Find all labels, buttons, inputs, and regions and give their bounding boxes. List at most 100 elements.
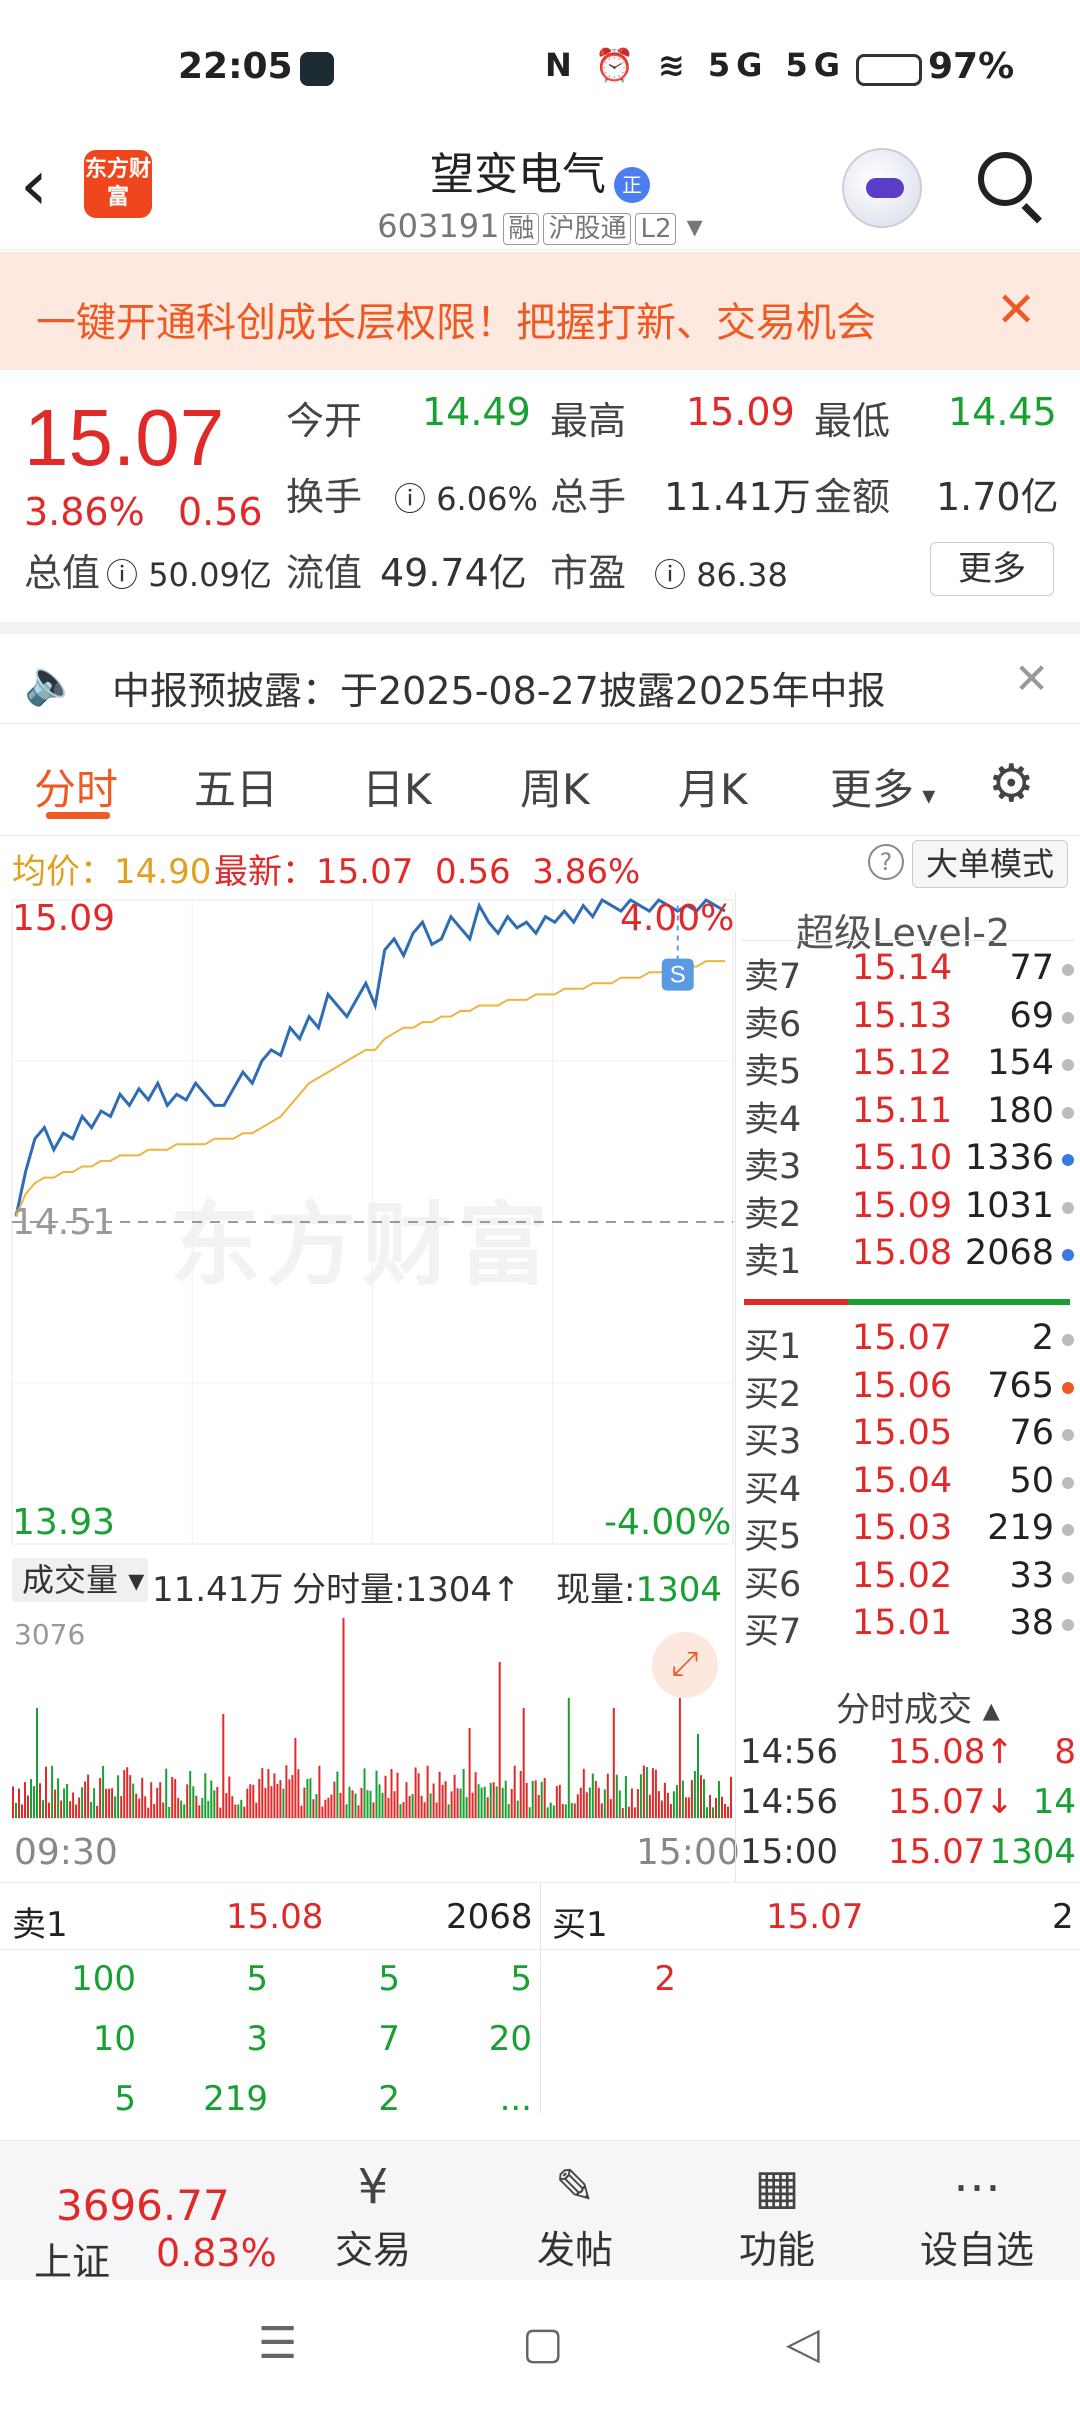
ask-level-label: 卖6	[744, 1004, 802, 1045]
bid-row[interactable]: 买3 15.05 76	[744, 1413, 1074, 1462]
volume-bar	[495, 1786, 498, 1818]
info-icon[interactable]: ⓘ	[106, 556, 138, 594]
bid-row[interactable]: 买4 15.04 50	[744, 1461, 1074, 1510]
order-dot	[1062, 1334, 1074, 1346]
volume-bar	[162, 1802, 165, 1818]
queue-sell-cell: 10	[92, 2019, 136, 2059]
tab-fenshi[interactable]: 分时	[34, 756, 118, 817]
help-icon[interactable]: ?	[868, 844, 904, 880]
volume-bar	[180, 1800, 183, 1818]
volume-bar	[573, 1803, 576, 1818]
bid-volume: 38	[1009, 1603, 1054, 1643]
volume-bar	[63, 1788, 66, 1818]
tab-week-k[interactable]: 周K	[520, 756, 590, 817]
intraday-chart[interactable]: 东方财富 S 15.09 14.51 13.93 4.00% -4.00%	[0, 892, 735, 1552]
volume-bar	[639, 1774, 642, 1818]
info-icon[interactable]: ⓘ	[654, 556, 686, 594]
volume-bar	[534, 1780, 537, 1818]
back-button[interactable]: ‹	[20, 150, 80, 230]
volume-bar	[417, 1773, 420, 1818]
amount-label: 金额	[814, 475, 891, 519]
functions-button[interactable]: ▦ 功能	[712, 2155, 842, 2274]
level2-panel[interactable]: 超级Level-2 卖7 15.14 77 卖6 15.13 69 卖5 15.…	[735, 892, 1080, 1882]
tab-month-k[interactable]: 月K	[678, 756, 748, 817]
home-icon[interactable]: ▢	[522, 2318, 564, 2369]
ask-row[interactable]: 卖3 15.10 1336	[744, 1138, 1074, 1187]
add-watchlist-button[interactable]: ⋯ 设自选	[912, 2155, 1042, 2274]
ask-price: 15.08	[852, 1233, 953, 1273]
volume-bar	[438, 1771, 441, 1818]
volume-bar	[258, 1778, 261, 1818]
trade-button[interactable]: ¥ 交易	[308, 2155, 438, 2274]
volume-bar	[252, 1784, 255, 1818]
fenshi-trades-title[interactable]: 分时成交 ▴	[836, 1682, 1000, 1731]
volume-bar	[432, 1783, 435, 1818]
volume-bar	[30, 1779, 32, 1818]
volume-bar	[456, 1788, 459, 1818]
tab-more[interactable]: 更多 ▾	[830, 756, 935, 817]
bid-row[interactable]: 买6 15.02 33	[744, 1556, 1074, 1605]
volume-bar	[429, 1793, 432, 1818]
tab-five-day[interactable]: 五日	[194, 756, 278, 817]
close-icon[interactable]: ✕	[1014, 654, 1049, 703]
volume-bar	[390, 1769, 393, 1818]
notice-bar[interactable]: 🔈 中报预披露：于2025-08-27披露2025年中报 ✕	[0, 622, 1080, 724]
post-label: 发帖	[536, 2228, 613, 2272]
search-icon[interactable]	[976, 150, 1046, 224]
volume-bar	[486, 1797, 489, 1818]
trade-label: 交易	[334, 2228, 411, 2272]
expand-icon[interactable]: ⤢	[652, 1632, 718, 1698]
post-button[interactable]: ✎ 发帖	[510, 2155, 640, 2274]
ask-row[interactable]: 卖1 15.08 2068	[744, 1233, 1074, 1282]
order-dot	[1062, 1524, 1074, 1536]
divider	[742, 940, 1074, 941]
volume-header: 成交量 ▾ 11.41万 分时量:1304↑ 现量:1304	[0, 1552, 735, 1610]
assistant-robot-icon[interactable]	[842, 148, 922, 228]
promo-banner[interactable]: 一键开通科创成长层权限！把握打新、交易机会 ✕	[0, 252, 1080, 370]
volume-bar	[700, 1775, 702, 1818]
queue-buy-vol: 2	[1052, 1897, 1074, 1937]
ask-row[interactable]: 卖5 15.12 154	[744, 1043, 1074, 1092]
volume-bar	[531, 1780, 534, 1818]
stock-title[interactable]: 望变电气正 603191 融沪股通 L2 ▾	[240, 138, 840, 245]
volume-bar	[615, 1774, 618, 1818]
back-nav-icon[interactable]: ◁	[786, 2318, 820, 2369]
bid-row[interactable]: 买7 15.01 38	[744, 1603, 1074, 1652]
chart-tabs: 分时 五日 日K 周K 月K 更多 ▾ ⚙	[0, 726, 1080, 836]
volume-bar	[504, 1780, 507, 1818]
volume-type-select[interactable]: 成交量 ▾	[12, 1558, 148, 1602]
ask-price: 15.12	[852, 1043, 953, 1083]
volume-bar	[132, 1783, 135, 1818]
bid-row[interactable]: 买2 15.06 765	[744, 1366, 1074, 1415]
volume-bar	[393, 1791, 396, 1818]
volume-bar	[408, 1795, 411, 1818]
trade-time: 15:00	[740, 1832, 838, 1872]
ask-row[interactable]: 卖2 15.09 1031	[744, 1186, 1074, 1235]
volume-bar	[730, 1776, 732, 1818]
time-end-label: 15:00	[636, 1832, 740, 1873]
volume-bar	[627, 1806, 630, 1818]
gear-icon[interactable]: ⚙	[988, 754, 1035, 814]
order-dot	[1062, 1381, 1074, 1394]
volume-bar	[78, 1797, 81, 1818]
ask-row[interactable]: 卖4 15.11 180	[744, 1091, 1074, 1140]
volume-bar	[255, 1802, 258, 1818]
order-dot	[1062, 1106, 1074, 1119]
big-order-mode-button[interactable]: 大单模式	[912, 840, 1068, 888]
bid-row[interactable]: 买1 15.07 2	[744, 1318, 1074, 1367]
ask-row[interactable]: 卖6 15.13 69	[744, 996, 1074, 1045]
volume-bar	[117, 1775, 120, 1818]
volume-bar	[288, 1779, 291, 1818]
ask-row[interactable]: 卖7 15.14 77	[744, 948, 1074, 997]
bid-volume: 76	[1009, 1413, 1054, 1453]
volume-bar	[39, 1783, 41, 1818]
chevron-down-icon[interactable]: ▾	[687, 207, 703, 245]
menu-icon[interactable]: ☰	[258, 2318, 297, 2369]
bid-row[interactable]: 买5 15.03 219	[744, 1508, 1074, 1557]
order-dot	[1062, 1011, 1074, 1024]
more-button[interactable]: 更多	[930, 542, 1054, 596]
volume-bar	[33, 1786, 35, 1818]
info-icon[interactable]: ⓘ	[394, 480, 426, 518]
tab-day-k[interactable]: 日K	[362, 756, 432, 817]
close-icon[interactable]: ✕	[996, 282, 1036, 338]
